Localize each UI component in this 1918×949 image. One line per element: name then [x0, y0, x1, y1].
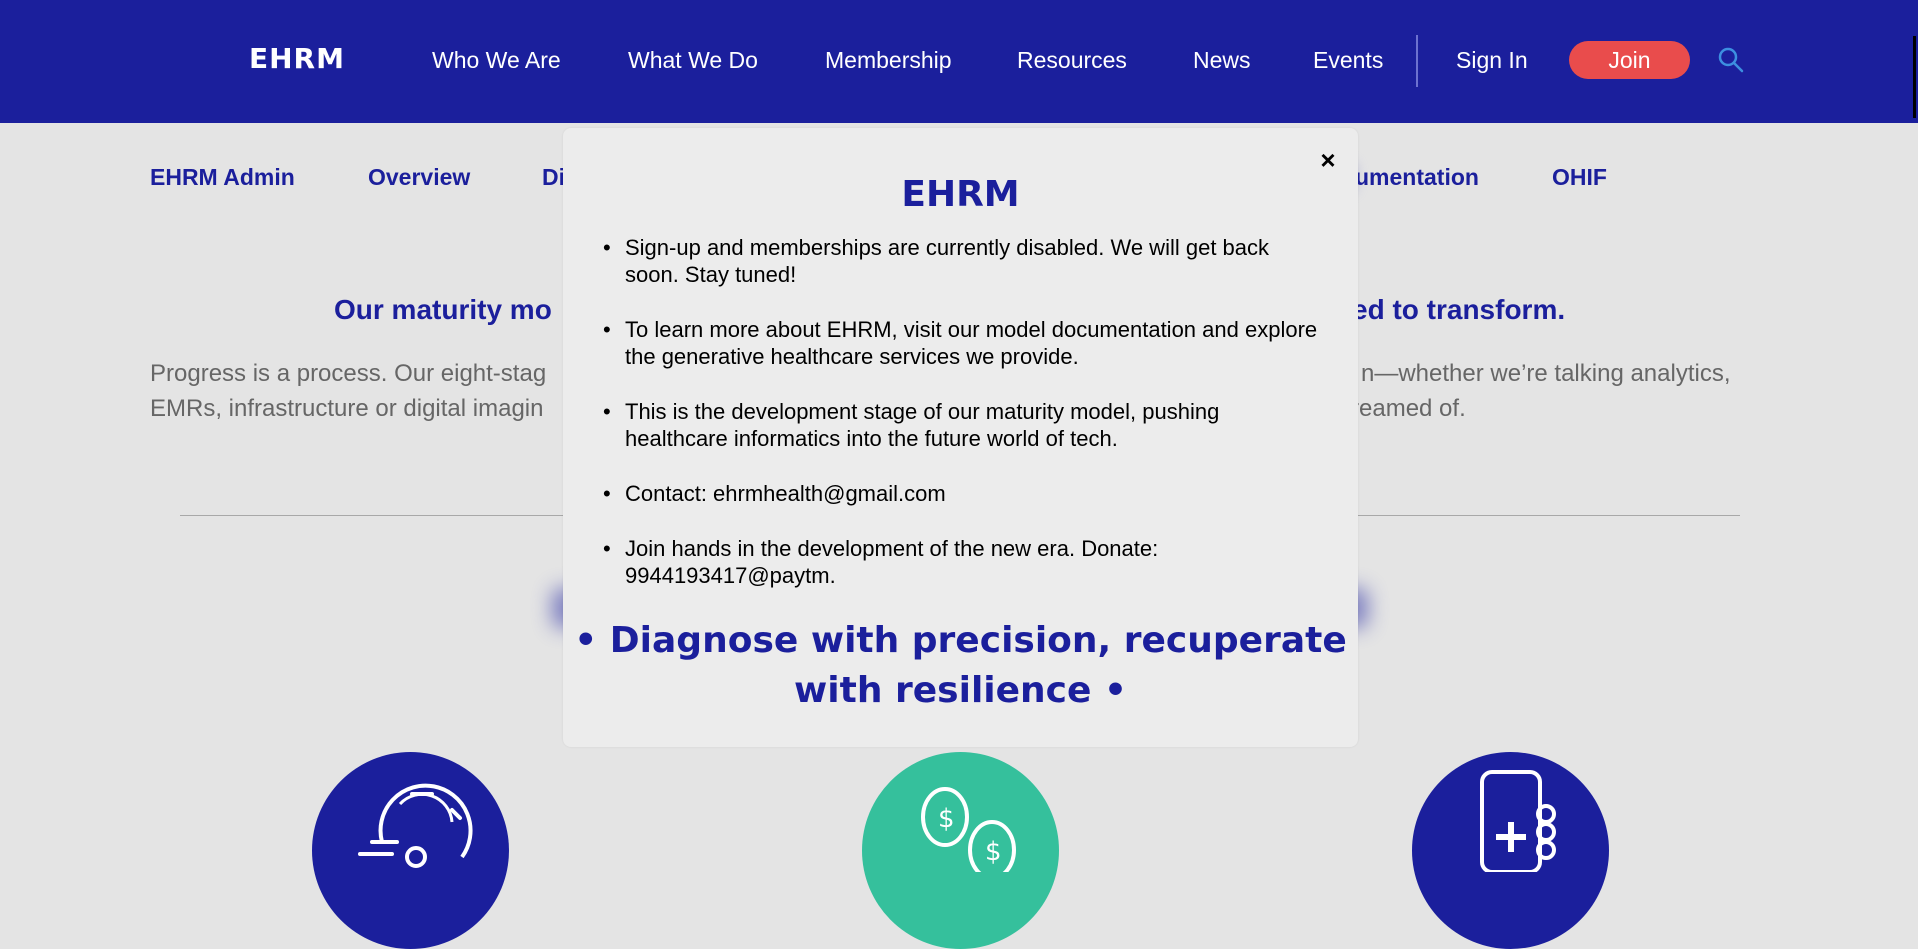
nav-resources[interactable]: Resources [1017, 47, 1127, 74]
speed-gauge-icon [312, 752, 509, 949]
modal-title: EHRM [901, 174, 1020, 215]
section-heading-right: ed to transform. [1352, 294, 1566, 325]
subnav-overview[interactable]: Overview [368, 164, 470, 191]
body-text-right-1: n—whether we’re talking analytics, [1361, 360, 1731, 387]
modal-list-item: Join hands in the development of the new… [603, 535, 1325, 589]
svg-text:$: $ [985, 837, 1002, 867]
top-navigation-bar: EHRM Who We Are What We Do Membership Re… [0, 0, 1918, 123]
medical-phone-icon [1412, 752, 1609, 949]
sign-in-link[interactable]: Sign In [1456, 47, 1528, 74]
nav-membership[interactable]: Membership [825, 47, 952, 74]
modal-list-item: Sign-up and memberships are currently di… [603, 234, 1325, 288]
section-heading-left: Our maturity mo [334, 294, 552, 325]
body-text-left-2: EMRs, infrastructure or digital imagin [150, 395, 544, 422]
nav-what-we-do[interactable]: What We Do [628, 47, 758, 74]
nav-events[interactable]: Events [1313, 47, 1383, 74]
subnav-ohif[interactable]: OHIF [1552, 164, 1607, 191]
nav-divider [1416, 35, 1418, 87]
subnav-documentation[interactable]: umentation [1355, 164, 1479, 191]
close-icon[interactable]: × [1316, 146, 1340, 174]
modal-info-list: Sign-up and memberships are currently di… [603, 234, 1325, 617]
subnav-ehrm-admin[interactable]: EHRM Admin [150, 164, 295, 191]
announcement-modal: EHRM Sign-up and memberships are current… [563, 128, 1358, 747]
modal-list-item: Contact: ehrmhealth@gmail.com [603, 480, 1325, 507]
modal-list-item: This is the development stage of our mat… [603, 398, 1325, 452]
ehrm-logo[interactable]: EHRM [249, 42, 345, 75]
scrollbar-edge [1913, 36, 1916, 118]
subnav-partial-item[interactable]: Di [542, 164, 565, 191]
svg-text:$: $ [938, 804, 955, 834]
join-button[interactable]: Join [1569, 41, 1690, 79]
body-text-left-1: Progress is a process. Our eight-stag [150, 360, 547, 387]
search-icon[interactable] [1717, 46, 1745, 74]
coins-icon: $ $ [862, 752, 1059, 949]
modal-list-item: To learn more about EHRM, visit our mode… [603, 316, 1325, 370]
modal-tagline: • Diagnose with precision, recuperate wi… [574, 620, 1347, 711]
nav-who-we-are[interactable]: Who We Are [432, 47, 561, 74]
nav-news[interactable]: News [1193, 47, 1251, 74]
